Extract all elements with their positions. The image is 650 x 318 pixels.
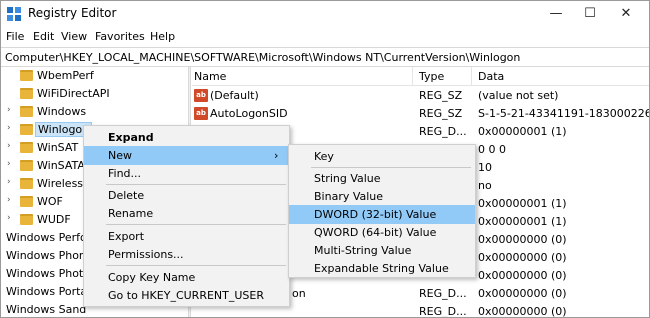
registry-editor-icon — [7, 7, 21, 21]
window-title: Registry Editor — [28, 6, 117, 20]
column-header-name[interactable]: Name — [194, 70, 226, 83]
value-name: on — [292, 287, 306, 300]
submenu-item-expandable-string-value[interactable]: Expandable String Value — [289, 259, 475, 278]
tree-item-label: Windows Photo — [6, 267, 90, 280]
value-data: 10 — [478, 161, 492, 174]
submenu-item-key[interactable]: Key — [289, 147, 475, 166]
address-bar[interactable]: Computer\HKEY_LOCAL_MACHINE\SOFTWARE\Mic… — [1, 47, 649, 67]
column-header-type[interactable]: Type — [419, 70, 444, 83]
folder-icon — [20, 106, 33, 117]
folder-icon — [20, 124, 33, 135]
string-value-icon: ab — [194, 89, 208, 102]
tree-item-label: Windows Perfo — [6, 231, 87, 244]
value-name: AutoLogonSID — [210, 107, 288, 120]
value-data: 0x00000000 (0) — [478, 305, 567, 317]
menu-item-delete[interactable]: Delete — [84, 186, 289, 205]
value-data: S-1-5-21-43341191-183000226-9 — [478, 107, 649, 120]
tree-item-label: WbemPerf — [37, 69, 94, 82]
value-data: no — [478, 179, 492, 192]
close-button[interactable]: ✕ — [603, 1, 649, 27]
expander-icon[interactable]: › — [7, 105, 11, 115]
string-value-icon: ab — [194, 107, 208, 120]
menu-separator — [106, 184, 286, 185]
value-name: (Default) — [210, 89, 259, 102]
menu-item-find[interactable]: Find... — [84, 164, 289, 183]
menu-separator — [106, 224, 286, 225]
value-type: REG_D... — [419, 305, 467, 317]
value-data: 0x00000001 (1) — [478, 197, 567, 210]
menu-bar: File Edit View Favorites Help — [1, 27, 649, 47]
list-header: Name Type Data — [192, 67, 649, 86]
value-type: REG_D... — [419, 125, 467, 138]
context-menu: Expand New › Find... Delete Rename Expor… — [83, 125, 290, 307]
folder-icon — [20, 70, 33, 81]
tree-item-label: WiFiDirectAPI — [37, 87, 110, 100]
expander-icon[interactable]: › — [7, 141, 11, 151]
value-data: 0x00000001 (1) — [478, 215, 567, 228]
folder-icon — [20, 142, 33, 153]
menu-item-new[interactable]: New › — [84, 146, 289, 165]
value-data: 0x00000000 (0) — [478, 269, 567, 282]
folder-icon — [20, 160, 33, 171]
tree-item-label: WinSAT — [37, 141, 79, 154]
tree-item-label: WUDF — [37, 213, 71, 226]
expander-icon[interactable]: › — [7, 195, 11, 205]
menu-edit[interactable]: Edit — [33, 30, 54, 43]
value-data: 0x00000000 (0) — [478, 251, 567, 264]
submenu-arrow-icon: › — [274, 149, 279, 162]
tree-item[interactable]: WbemPerf — [1, 67, 187, 85]
title-bar: Registry Editor — ☐ ✕ — [1, 1, 649, 27]
list-row[interactable]: ab AutoLogonSID REG_SZ S-1-5-21-43341191… — [192, 105, 649, 123]
tree-item[interactable]: › Windows — [1, 103, 187, 121]
expander-icon[interactable]: › — [7, 213, 11, 223]
menu-help[interactable]: Help — [150, 30, 175, 43]
submenu-item-qword-value[interactable]: QWORD (64-bit) Value — [289, 223, 475, 242]
menu-item-rename[interactable]: Rename — [84, 204, 289, 223]
column-divider[interactable] — [471, 67, 472, 86]
submenu-item-binary-value[interactable]: Binary Value — [289, 187, 475, 206]
column-divider[interactable] — [412, 67, 413, 86]
menu-item-copy-key-name[interactable]: Copy Key Name — [84, 268, 289, 287]
address-path: Computer\HKEY_LOCAL_MACHINE\SOFTWARE\Mic… — [5, 51, 521, 64]
registry-editor-window: Registry Editor — ☐ ✕ File Edit View Fav… — [0, 0, 650, 318]
value-type: REG_SZ — [419, 89, 463, 102]
submenu-item-dword-value[interactable]: DWORD (32-bit) Value — [289, 205, 475, 224]
menu-favorites[interactable]: Favorites — [95, 30, 145, 43]
new-submenu: Key String Value Binary Value DWORD (32-… — [288, 144, 476, 278]
value-type: REG_D... — [419, 287, 467, 300]
expander-icon[interactable]: › — [7, 177, 11, 187]
folder-icon — [20, 178, 33, 189]
menu-view[interactable]: View — [61, 30, 87, 43]
tree-item-label: Windows Sand — [6, 303, 87, 316]
menu-item-export[interactable]: Export — [84, 227, 289, 246]
tree-item-label: WinSATA — [37, 159, 85, 172]
folder-icon — [20, 88, 33, 99]
folder-icon — [20, 196, 33, 207]
expander-icon[interactable]: › — [7, 159, 11, 169]
value-type: REG_SZ — [419, 107, 463, 120]
list-row[interactable]: ab (Default) REG_SZ (value not set) — [192, 87, 649, 105]
menu-file[interactable]: File — [6, 30, 24, 43]
menu-item-expand[interactable]: Expand — [84, 128, 289, 147]
folder-icon — [20, 214, 33, 225]
expander-icon[interactable]: › — [7, 123, 11, 133]
tree-item-label: Windows Phon — [6, 249, 86, 262]
value-data: 0x00000000 (0) — [478, 233, 567, 246]
value-data: 0 0 0 — [478, 143, 506, 156]
tree-item[interactable]: WiFiDirectAPI — [1, 85, 187, 103]
submenu-item-multi-string-value[interactable]: Multi-String Value — [289, 241, 475, 260]
column-header-data[interactable]: Data — [478, 70, 504, 83]
menu-separator — [311, 167, 471, 168]
menu-separator — [106, 265, 286, 266]
tree-item-label: Windows — [37, 105, 87, 118]
value-data: (value not set) — [478, 89, 559, 102]
tree-item-label: Windows Porta — [6, 285, 88, 298]
menu-item-permissions[interactable]: Permissions... — [84, 245, 289, 264]
value-data: 0x00000001 (1) — [478, 125, 567, 138]
tree-item-label: WOF — [37, 195, 63, 208]
menu-item-goto-hkcu[interactable]: Go to HKEY_CURRENT_USER — [84, 286, 289, 305]
submenu-item-string-value[interactable]: String Value — [289, 169, 475, 188]
